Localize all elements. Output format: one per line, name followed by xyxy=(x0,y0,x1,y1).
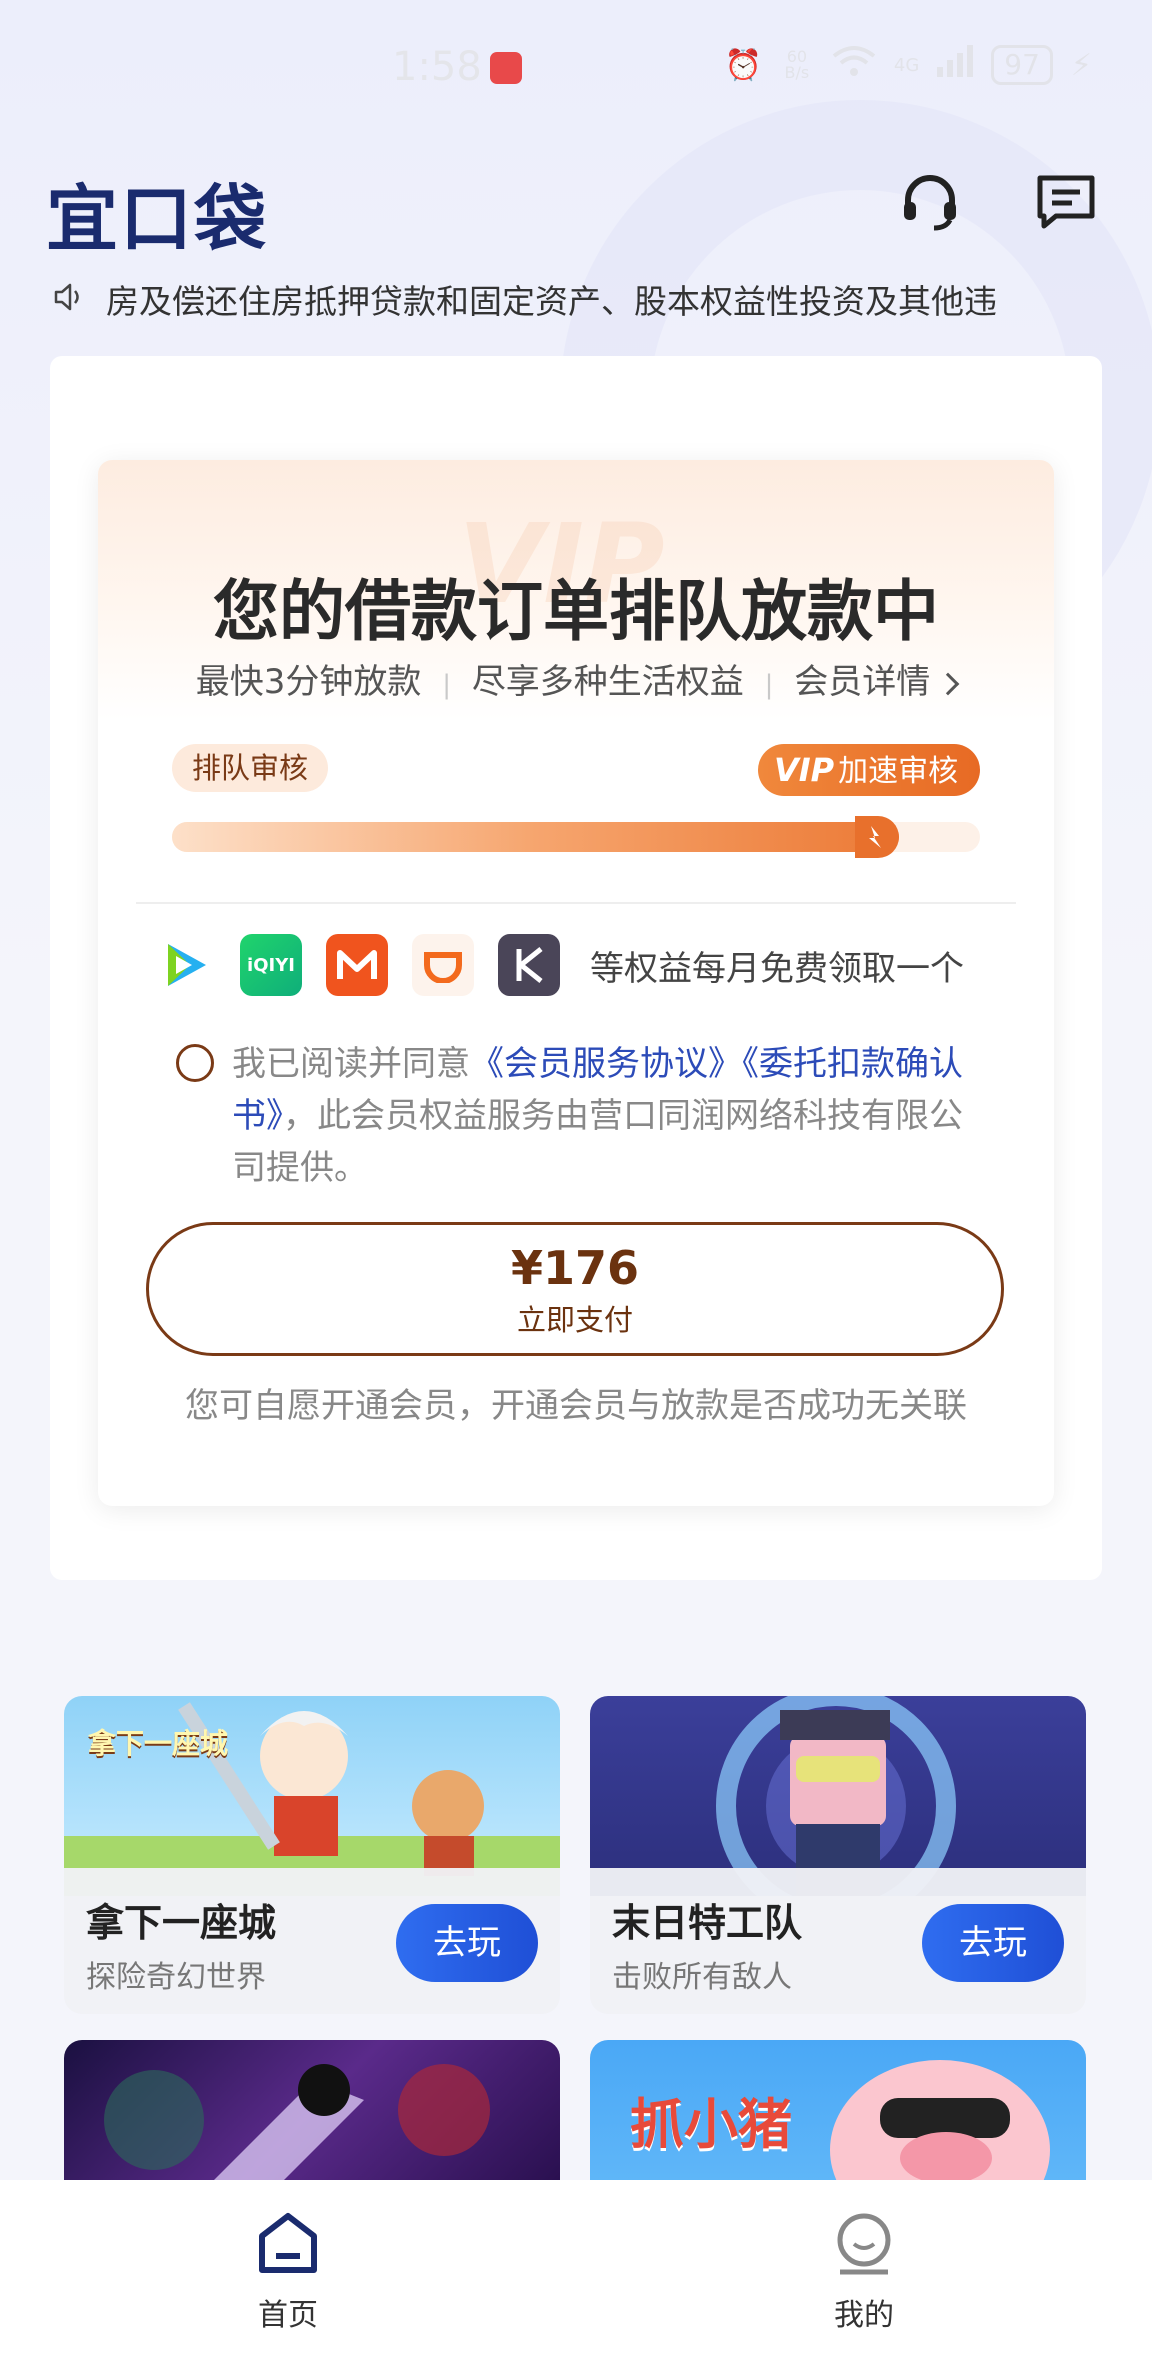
queue-review-badge: 排队审核 xyxy=(172,744,329,792)
speaker-icon xyxy=(52,280,86,318)
vip-accelerate-badge[interactable]: VIP 加速审核 xyxy=(758,744,980,796)
play-button[interactable]: 去玩 xyxy=(396,1904,538,1982)
game-name: 拿下一座城 xyxy=(86,1901,277,1945)
member-details-link[interactable]: 会员详情 xyxy=(794,662,960,702)
game-card[interactable]: 末日特工队 击败所有敌人 去玩 xyxy=(590,1696,1086,2014)
game-artwork xyxy=(590,1696,1086,1926)
vip-badge-mark: VIP xyxy=(774,751,835,789)
game-artwork: 拿下一座城 xyxy=(64,1696,560,1896)
bottom-navigation: 首页 我的 xyxy=(0,2180,1152,2376)
nav-profile[interactable]: 我的 xyxy=(764,2210,964,2334)
game-desc: 击败所有敌人 xyxy=(612,1960,792,1995)
pay-price: ¥176 xyxy=(510,1241,640,1295)
tencent-video-icon xyxy=(154,934,216,996)
status-bar: 1:58 ⏰ 60 B/s 4G 97 ⚡ xyxy=(0,38,1152,98)
game-card[interactable]: 拿下一座城 拿下一座城 探险奇幻世界 去玩 xyxy=(64,1696,560,2014)
subtitle-benefits: 尽享多种生活权益 xyxy=(471,662,744,702)
game-name: 末日特工队 xyxy=(612,1901,803,1945)
divider xyxy=(136,902,1016,904)
play-button[interactable]: 去玩 xyxy=(922,1904,1064,1982)
subtitle-fast-loan: 最快3分钟放款 xyxy=(195,662,422,702)
pay-now-button[interactable]: ¥176 立即支付 xyxy=(146,1222,1004,1356)
cellular-signal: 4G xyxy=(893,54,920,76)
agree-checkbox[interactable] xyxy=(176,1044,214,1082)
game-desc: 探险奇幻世界 xyxy=(86,1960,266,1995)
nav-profile-label: 我的 xyxy=(834,2298,894,2333)
member-service-agreement-link[interactable]: 《会员服务协议》 xyxy=(470,1044,742,1084)
home-icon xyxy=(256,2213,320,2280)
k-app-icon xyxy=(498,934,560,996)
agreement-text: 我已阅读并同意《会员服务协议》《委托扣款确认书》，此会员权益服务由营口同润网络科… xyxy=(232,1044,963,1188)
progress-arrow-icon xyxy=(855,816,899,858)
order-subtitle: 最快3分钟放款 | 尽享多种生活权益 | 会员详情 xyxy=(98,654,1054,703)
wifi-icon xyxy=(832,44,876,86)
benefit-icons-row: iQIYI 等权益每月免费领取一个 xyxy=(154,930,1034,1000)
game-art-title: 抓小猪 xyxy=(630,2093,792,2156)
iqiyi-icon: iQIYI xyxy=(240,934,302,996)
game-art-title: 拿下一座城 xyxy=(88,1727,229,1760)
nav-home[interactable]: 首页 xyxy=(188,2210,388,2334)
game-artwork xyxy=(64,2040,560,2180)
order-title: 您的借款订单排队放款中 xyxy=(213,573,939,650)
game-card[interactable] xyxy=(64,2040,560,2180)
notice-text: 房及偿还住房抵押贷款和固定资产、股本权益性投资及其他违 xyxy=(106,282,997,321)
message-icon[interactable] xyxy=(1034,170,1098,234)
order-card: VIP 您的借款订单排队放款中 最快3分钟放款 | 尽享多种生活权益 | 会员详… xyxy=(98,460,1054,1506)
pay-disclaimer: 您可自愿开通会员，开通会员与放款是否成功无关联 xyxy=(185,1386,967,1426)
status-time: 1:58 xyxy=(392,44,482,90)
signal-bars-icon xyxy=(937,45,974,85)
game-card[interactable]: 抓小猪 xyxy=(590,2040,1086,2180)
game-artwork: 抓小猪 xyxy=(590,2040,1086,2180)
didi-icon xyxy=(412,934,474,996)
status-icons: ⏰ 60 B/s 4G 97 ⚡ xyxy=(725,44,1092,86)
network-speed: 60 B/s xyxy=(784,47,810,82)
app-notification-icon xyxy=(490,52,522,84)
benefits-text: 等权益每月免费领取一个 xyxy=(590,948,964,989)
vip-accelerate-label: 加速审核 xyxy=(838,754,959,789)
battery-level: 97 xyxy=(991,45,1053,85)
mango-tv-icon xyxy=(326,934,388,996)
app-logo: 宜口袋 xyxy=(46,177,269,261)
headset-icon[interactable] xyxy=(898,170,962,234)
notice-bar: 房及偿还住房抵押贷款和固定资产、股本权益性投资及其他违 xyxy=(52,274,1112,324)
charging-icon: ⚡ xyxy=(1070,47,1092,83)
pay-label: 立即支付 xyxy=(516,1303,633,1337)
alarm-icon: ⏰ xyxy=(724,47,762,83)
profile-icon xyxy=(832,2213,896,2280)
progress-fill xyxy=(172,822,899,852)
nav-home-label: 首页 xyxy=(258,2298,318,2333)
chevron-right-icon xyxy=(936,672,960,695)
